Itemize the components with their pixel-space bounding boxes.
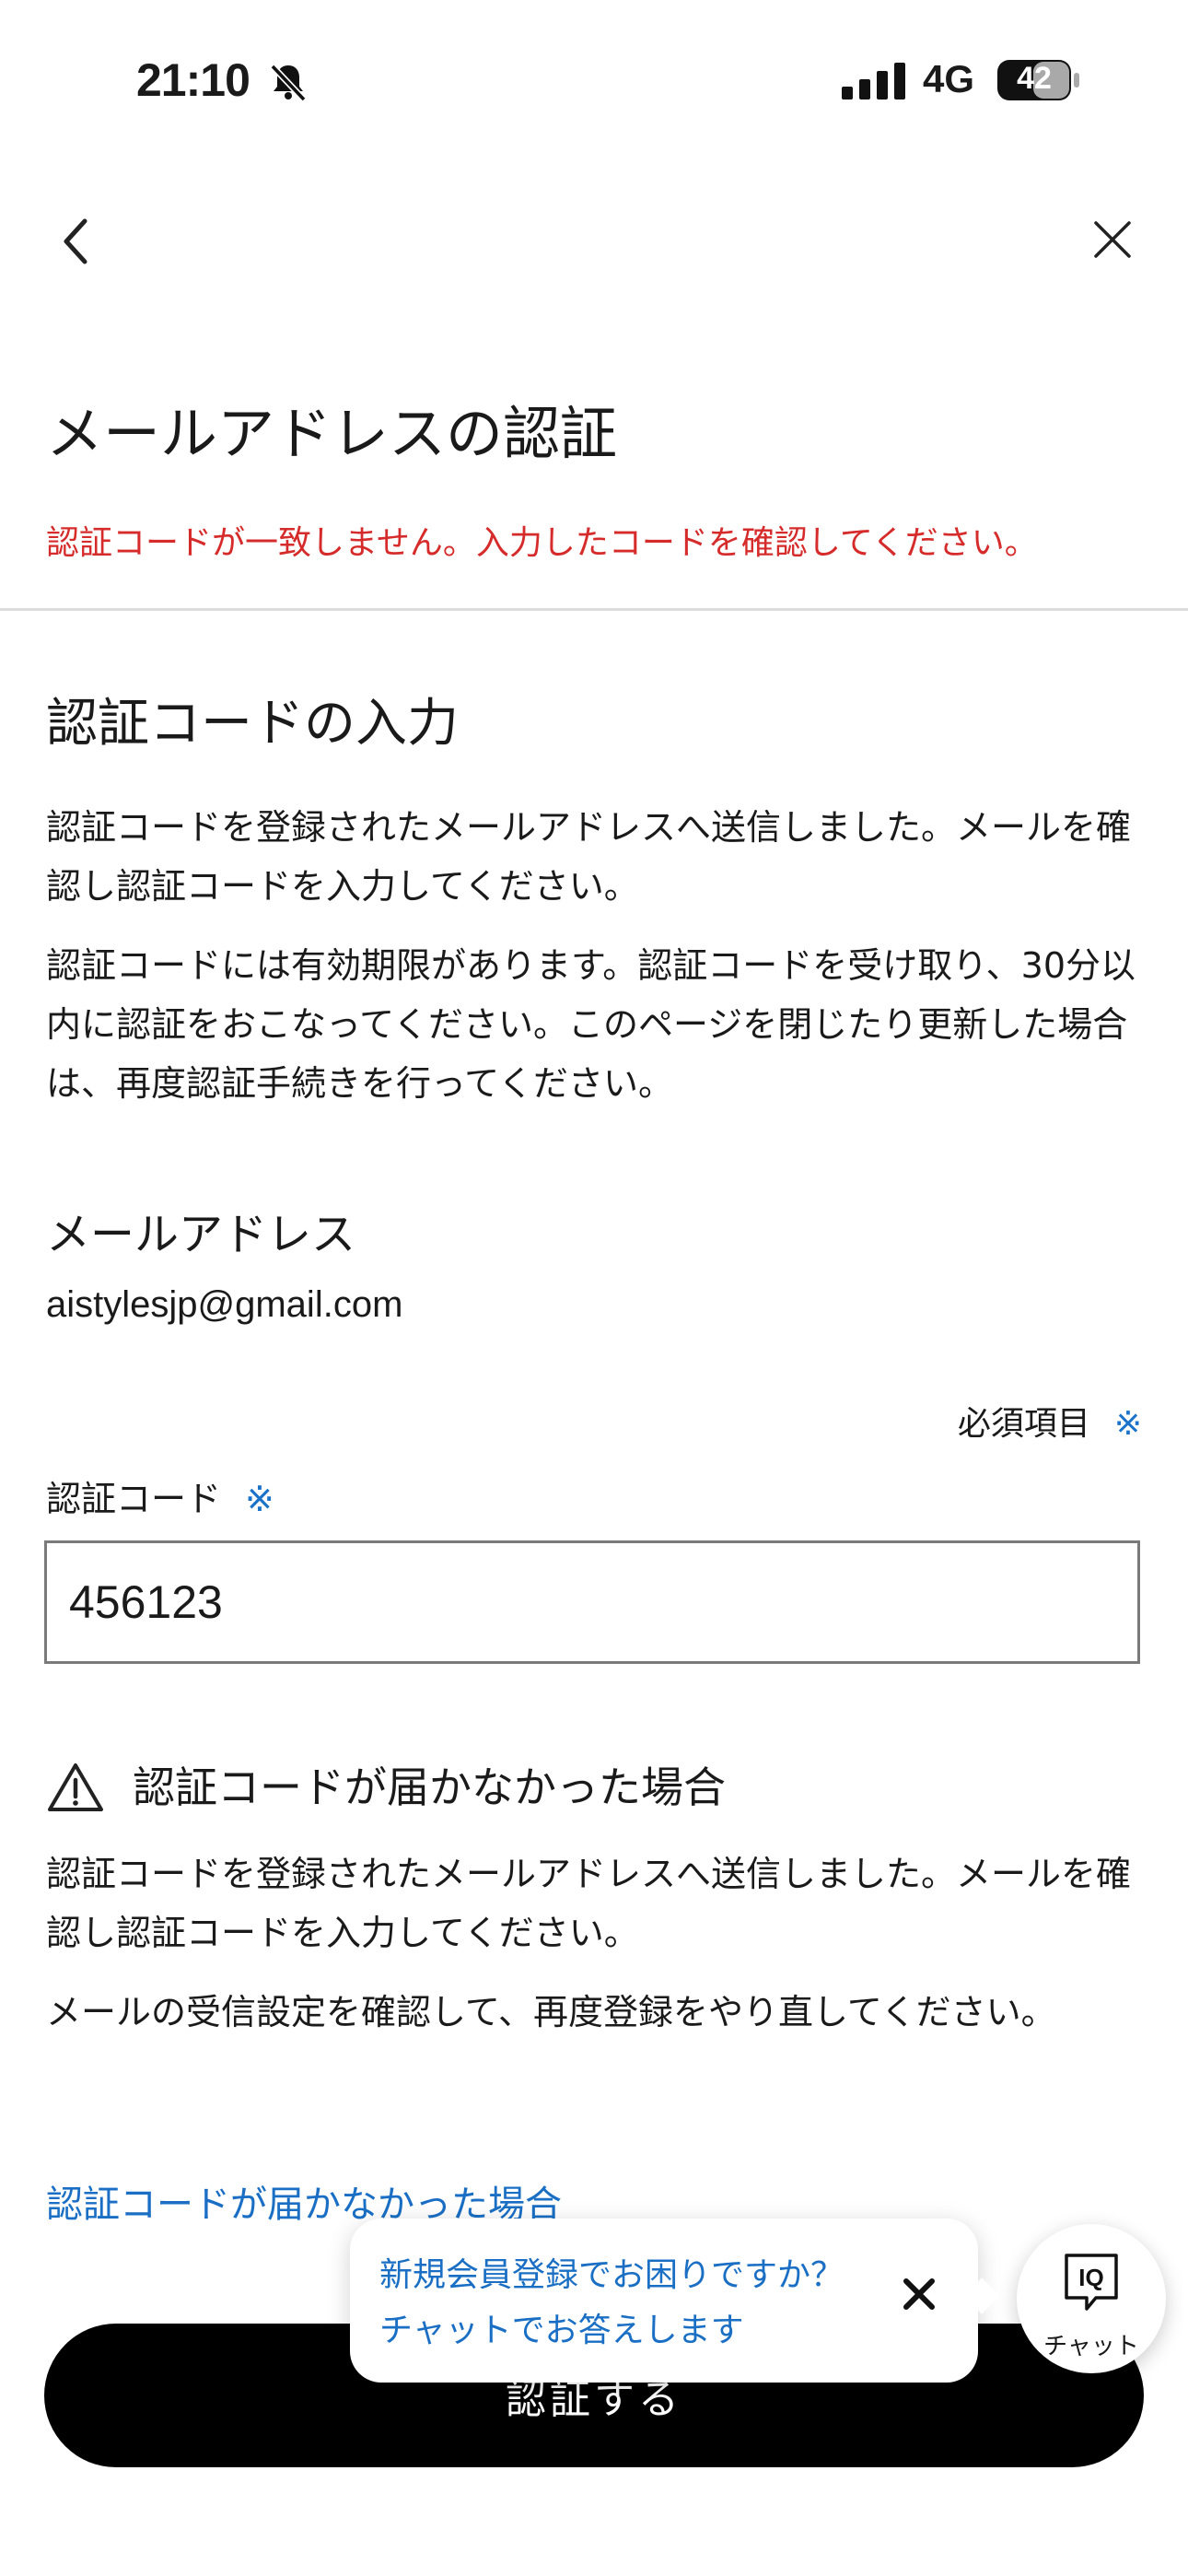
required-mark: ※ bbox=[245, 1479, 274, 1519]
chat-prompt-bubble[interactable] bbox=[350, 2219, 978, 2383]
verification-code-input[interactable] bbox=[44, 1540, 1140, 1664]
close-icon[interactable] bbox=[1092, 219, 1133, 260]
code-label: 認証コード ※ bbox=[46, 1470, 274, 1521]
help-title: 認証コードが届かなかった場合 bbox=[133, 1762, 726, 1812]
close-icon[interactable] bbox=[901, 2276, 938, 2313]
required-note-label: 必須項目 bbox=[957, 1405, 1090, 1443]
chat-logo-icon: IQ bbox=[1065, 2254, 1118, 2311]
status-time: 21:10 bbox=[136, 54, 250, 106]
email-value: aistylesjp@gmail.com bbox=[46, 1284, 403, 1325]
intro-text-1: 認証コードを登録されたメールアドレスへ送信しました。メールを確認し認証コードを入… bbox=[46, 807, 1132, 907]
chat-prompt-line-1: 新規会員登録でお困りですか？ bbox=[379, 2256, 844, 2294]
required-note: 必須項目 ※ bbox=[958, 1397, 1142, 1445]
warning-triangle-icon bbox=[48, 1763, 103, 1811]
page-title: メールアドレスの認証 bbox=[46, 400, 618, 467]
battery-icon: 42 bbox=[996, 59, 1081, 101]
chat-logo-text: IQ bbox=[1078, 2264, 1103, 2291]
signal-icon bbox=[842, 63, 905, 100]
network-type: 4G bbox=[923, 57, 975, 100]
help-text-2: メールの受信設定を確認して、再度登録をやり直してください。 bbox=[46, 1992, 1056, 2032]
code-label-text: 認証コード bbox=[46, 1479, 222, 1519]
error-message: 認証コードが一致しません。入力したコードを確認してください。 bbox=[46, 524, 1038, 562]
chat-prompt-line-2: チャットでお答えします bbox=[379, 2312, 744, 2349]
email-label: メールアドレス bbox=[46, 1209, 356, 1260]
bell-slash-icon bbox=[270, 64, 307, 102]
chevron-left-icon[interactable] bbox=[55, 214, 99, 269]
required-mark: ※ bbox=[1113, 1405, 1142, 1443]
intro-text-2: 認証コードには有効期限があります。認証コードを受け取り、30分以内に認証をおこな… bbox=[46, 945, 1136, 1104]
battery-level: 42 bbox=[1017, 61, 1052, 96]
section-title: 認証コードの入力 bbox=[46, 694, 459, 754]
chat-button-label: チャット bbox=[1043, 2333, 1139, 2360]
divider bbox=[0, 608, 1188, 611]
help-text-1: 認証コードを登録されたメールアドレスへ送信しました。メールを確認し認証コードを入… bbox=[46, 1854, 1132, 1953]
